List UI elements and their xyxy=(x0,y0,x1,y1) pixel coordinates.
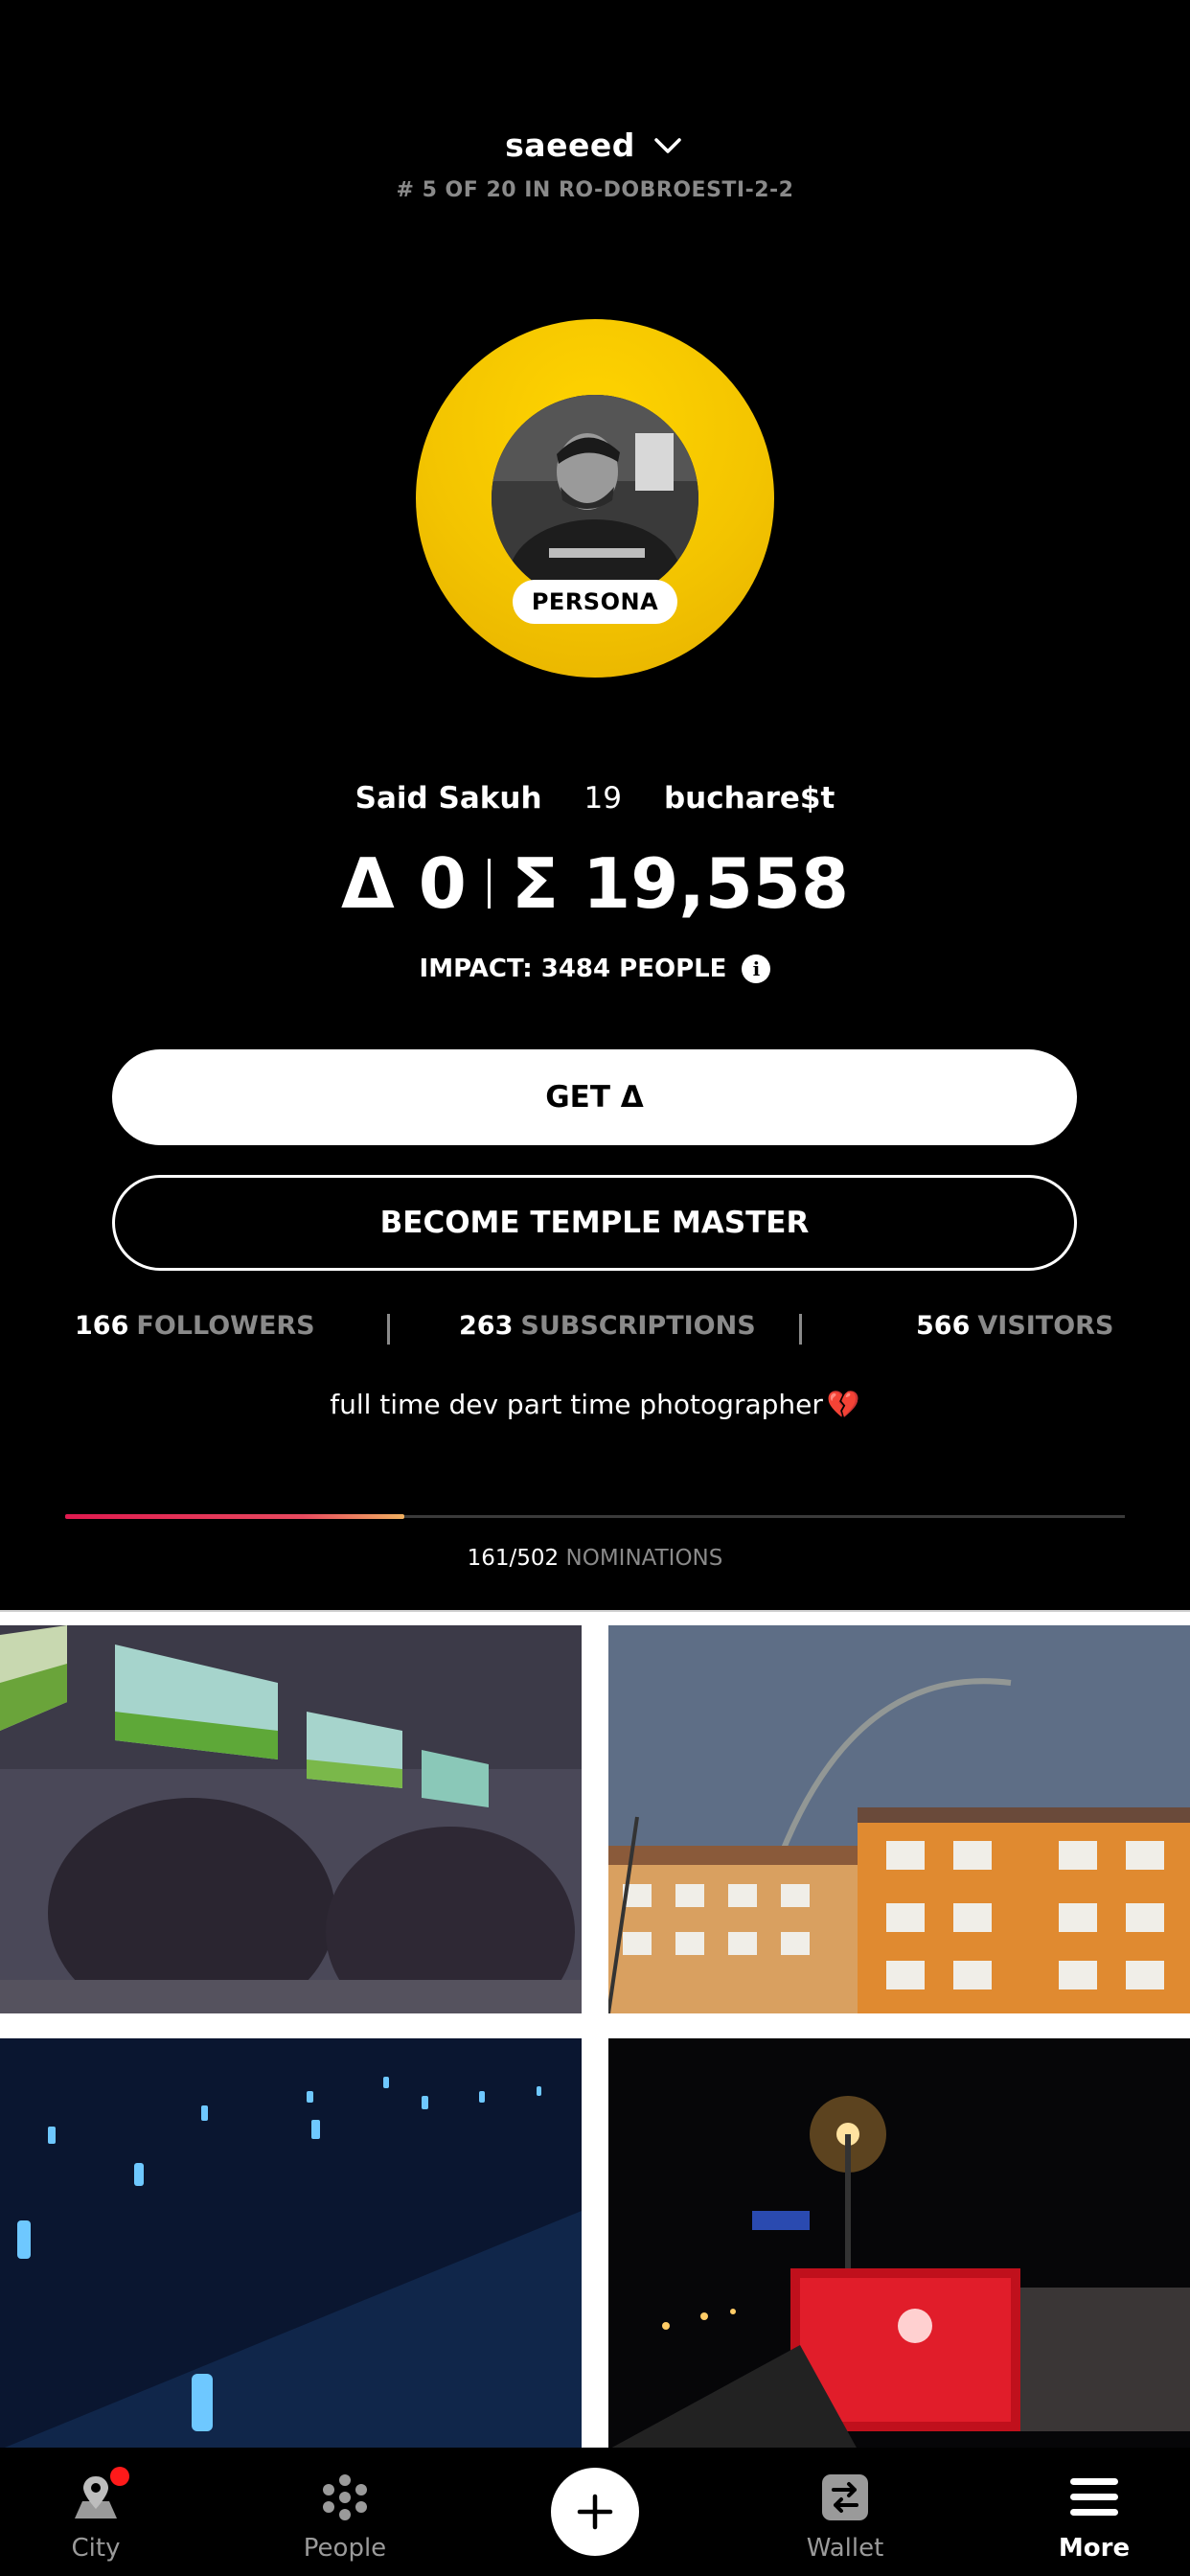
followers-count: 166 xyxy=(75,1311,129,1341)
broken-heart-icon: 💔 xyxy=(826,1389,860,1420)
blue-garden-lights-photo[interactable] xyxy=(0,2038,582,2450)
visitors-label: VISITORS xyxy=(977,1311,1114,1341)
stats-row: 166 FOLLOWERS 263 SUBSCRIPTIONS 566 VISITOR… xyxy=(0,1311,1190,1349)
persona-badge: PERSONA xyxy=(513,580,677,624)
photo-image xyxy=(608,2038,1190,2450)
subscriptions-stat[interactable]: 263 SUBSCRIPTIONS xyxy=(459,1311,756,1341)
age: 19 xyxy=(584,781,622,816)
nominations-label: NOMINATIONS xyxy=(565,1546,723,1571)
menu-icon xyxy=(1070,2478,1118,2516)
nominations-progress-fill xyxy=(65,1514,404,1519)
photo-image xyxy=(0,1625,582,2013)
nominations-progress xyxy=(65,1514,1125,1519)
subscriptions-count: 263 xyxy=(459,1311,514,1341)
become-temple-master-button[interactable]: BECOME TEMPLE MASTER xyxy=(112,1175,1077,1271)
visitors-stat[interactable]: 566 VISITORS xyxy=(916,1311,1113,1341)
add-button[interactable] xyxy=(551,2468,639,2556)
username[interactable]: saeeed xyxy=(505,126,635,164)
impact-text: IMPACT: 3484 PEOPLE xyxy=(419,954,727,983)
balance-divider xyxy=(487,859,491,908)
balance: Δ 0 Ʃ 19,558 xyxy=(0,843,1190,924)
tab-city[interactable]: City xyxy=(0,2448,192,2576)
tab-people[interactable]: People xyxy=(249,2448,441,2576)
tab-city-label: City xyxy=(71,2534,121,2563)
visitors-count: 566 xyxy=(916,1311,971,1341)
nominations: 161/502 NOMINATIONS xyxy=(0,1546,1190,1571)
photo-gallery xyxy=(0,1610,1190,2450)
xi-balance: Ʃ 19,558 xyxy=(511,843,849,924)
photo-image xyxy=(608,1625,1190,2013)
tab-more-label: More xyxy=(1058,2534,1131,2563)
people-icon xyxy=(323,2474,367,2520)
tab-wallet[interactable]: Wallet xyxy=(749,2448,941,2576)
profile-info: Said Sakuh 19 buchare$t xyxy=(0,781,1190,816)
nominations-count: 161/502 xyxy=(467,1546,560,1571)
impact-row: IMPACT: 3484 PEOPLE i xyxy=(0,954,1190,983)
city: buchare$t xyxy=(663,781,835,816)
notification-dot xyxy=(110,2467,129,2486)
profile-header: saeeed # 5 OF 20 IN RO-DOBROESTI-2-2 xyxy=(0,0,1190,249)
info-icon[interactable]: i xyxy=(742,954,771,983)
photo-image xyxy=(0,2038,582,2450)
bio: full time dev part time photographer 💔 xyxy=(0,1389,1190,1420)
red-bus-stop-night-photo[interactable] xyxy=(608,2038,1190,2450)
subscriptions-label: SUBSCRIPTIONS xyxy=(520,1311,756,1341)
get-delta-button[interactable]: GET Δ xyxy=(112,1049,1077,1145)
wallet-transfer-icon xyxy=(822,2474,868,2520)
tab-wallet-label: Wallet xyxy=(806,2534,884,2563)
aquarium-interior-photo[interactable] xyxy=(0,1625,582,2013)
rainbow-apartment-blocks-photo[interactable] xyxy=(608,1625,1190,2013)
chevron-down-icon[interactable] xyxy=(651,128,685,163)
plus-icon xyxy=(577,2494,613,2530)
followers-stat[interactable]: 166 FOLLOWERS xyxy=(75,1311,315,1341)
delta-balance: Δ 0 xyxy=(341,843,467,924)
rank-text: # 5 OF 20 IN RO-DOBROESTI-2-2 xyxy=(396,178,794,202)
bio-text: full time dev part time photographer xyxy=(330,1389,823,1420)
stat-divider xyxy=(387,1314,390,1345)
tab-more[interactable]: More xyxy=(998,2448,1190,2576)
display-name: Said Sakuh xyxy=(355,781,542,816)
account-switcher[interactable]: saeeed xyxy=(0,126,1190,164)
avatar-photo xyxy=(492,395,698,602)
stat-divider xyxy=(799,1314,802,1345)
followers-label: FOLLOWERS xyxy=(136,1311,315,1341)
avatar[interactable] xyxy=(492,395,698,602)
tab-people-label: People xyxy=(303,2534,387,2563)
